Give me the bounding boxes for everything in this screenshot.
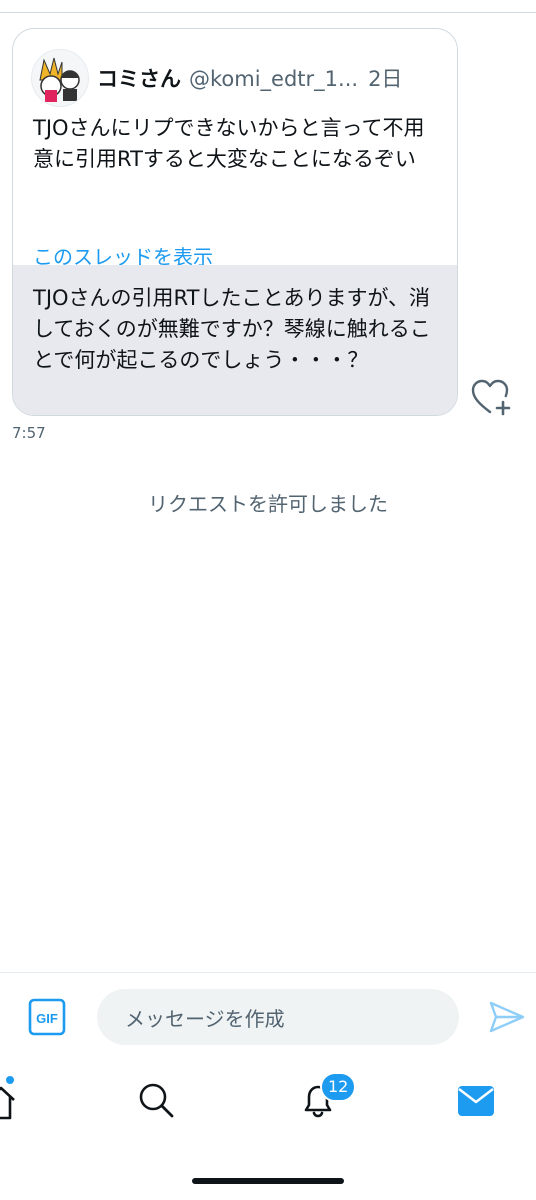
send-icon[interactable] [488,1000,526,1034]
message-body: TJOさんの引用RTしたことありますが、消しておくのが無難ですか？琴線に触れるこ… [13,265,457,415]
add-reaction-heart-icon[interactable] [470,378,514,418]
message-input[interactable]: メッセージを作成 [97,989,459,1045]
gif-label: GIF [36,1011,58,1026]
gif-button[interactable]: GIF [28,998,66,1036]
composer-divider [0,972,536,973]
notifications-badge: 12 [320,1072,357,1102]
header-divider [0,12,536,13]
tweet-author: コミさん @komi_edtr_1... 2日 [97,63,447,93]
quoted-tweet-card[interactable]: コミさん @komi_edtr_1... 2日 TJOさんにリプできないからと言って… [13,29,457,269]
message-timestamp: 7:57 [12,424,46,442]
author-handle: @komi_edtr_1... [189,67,359,91]
home-indicator[interactable] [192,1178,344,1184]
tweet-text: TJOさんにリプできないからと言って不用意に引用RTすると大変なことになるぞい [33,116,425,171]
home-tab-icon[interactable] [0,1076,18,1124]
message-text: TJOさんの引用RTしたことありますが、消しておくのが無難ですか？琴線に触れるこ… [33,286,431,372]
tweet-time: 2日 [368,67,403,91]
messages-tab-envelope-icon[interactable] [456,1084,496,1118]
message-input-placeholder: メッセージを作成 [125,1006,285,1031]
message-bubble[interactable]: コミさん @komi_edtr_1... 2日 TJOさんにリプできないからと言って… [12,28,458,416]
search-tab-icon[interactable] [136,1080,176,1120]
author-display-name: コミさん [97,67,181,91]
system-message: リクエストを許可しました [148,492,388,516]
avatar[interactable] [31,49,89,107]
